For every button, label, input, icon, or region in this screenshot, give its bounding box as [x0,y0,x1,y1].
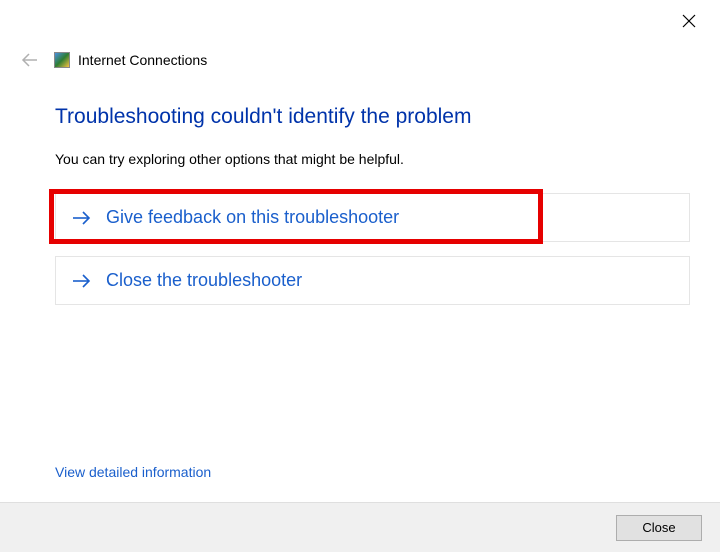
option-close-troubleshooter[interactable]: Close the troubleshooter [55,256,690,305]
troubleshooter-icon [54,52,70,68]
view-detailed-information-link[interactable]: View detailed information [55,464,211,480]
back-arrow-icon[interactable] [20,50,40,70]
option-label: Give feedback on this troubleshooter [106,207,399,228]
option-label: Close the troubleshooter [106,270,302,291]
page-subtext: You can try exploring other options that… [55,151,690,167]
arrow-right-icon [72,210,92,226]
footer: Close [0,502,720,552]
option-give-feedback[interactable]: Give feedback on this troubleshooter [55,193,690,242]
content-area: Troubleshooting couldn't identify the pr… [55,105,690,319]
close-button[interactable]: Close [616,515,702,541]
arrow-right-icon [72,273,92,289]
header: Internet Connections [20,50,207,70]
page-heading: Troubleshooting couldn't identify the pr… [55,105,690,129]
window-title: Internet Connections [78,52,207,68]
window-close-icon[interactable] [682,14,698,30]
